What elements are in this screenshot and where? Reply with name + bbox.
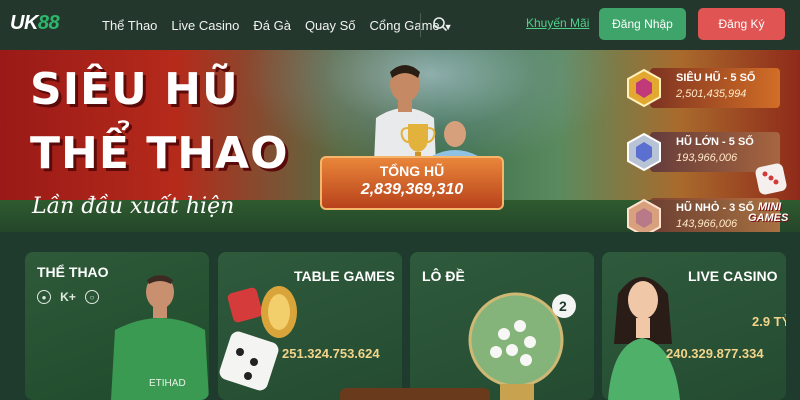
big-jackpot-label: HŨ LỚN - 5 SỐ [676, 136, 754, 148]
small-jackpot-label: HŨ NHỎ - 3 SỐ [676, 202, 755, 214]
card-the-thao-title: THỂ THAO [37, 264, 109, 280]
total-jackpot-label: TỔNG HŨ [379, 163, 445, 179]
total-jackpot-value: 2,839,369,310 [360, 181, 464, 198]
logo-main-text: UK [10, 12, 38, 34]
promotions-link[interactable]: Khuyến Mãi [526, 16, 589, 30]
card-table-games[interactable]: TABLE GAMES 251.324.753.624 [218, 252, 402, 400]
gold-crown-badge-icon [627, 68, 661, 108]
site-logo[interactable]: UK88 [10, 12, 60, 35]
banner-title-line1: SIÊU HŨ [30, 64, 239, 115]
nav-item-the-thao[interactable]: Thể Thao [102, 18, 157, 33]
lottery-machine-image: 2 [468, 292, 576, 400]
card-live-casino-value: 240.329.877.334 [666, 346, 764, 361]
card-live-casino[interactable]: LIVE CASINO 2.9 TỶ 240.329.877.334 [602, 252, 786, 400]
mini-games-line2: GAMES [748, 212, 789, 224]
provider-ring-icon: ○ [85, 290, 99, 304]
super-jackpot-panel: SIÊU HŨ - 5 SỐ 2,501,435,994 [627, 68, 780, 108]
register-button[interactable]: Đăng Ký [698, 8, 785, 40]
casino-dealer-image [608, 277, 680, 400]
super-jackpot-label: SIÊU HŨ - 5 SỐ [676, 72, 756, 84]
main-nav: Thể Thao Live Casino Đá Gà Quay Số Cổng … [102, 0, 453, 50]
banner-title-line2: THỂ THAO [30, 128, 289, 179]
svg-text:2: 2 [559, 298, 567, 314]
hero-banner[interactable]: SIÊU HŨ THỂ THAO Lần đầu xuất hiện TỔNG … [0, 50, 800, 232]
silver-badge-icon [627, 132, 661, 172]
total-jackpot-box: TỔNG HŨ 2,839,369,310 [320, 156, 504, 210]
golden-chip-icon [261, 286, 297, 338]
k-plus-logo-icon: K+ [60, 290, 76, 304]
goalkeeper-image: ETIHAD [111, 275, 209, 400]
nav-item-cong-game-label: Cổng Game [369, 17, 440, 33]
card-table-games-value: 251.324.753.624 [282, 346, 380, 361]
nav-item-quay-so[interactable]: Quay Số [305, 18, 356, 33]
card-the-thao[interactable]: THỂ THAO ● K+ ○ ETIHAD [25, 252, 209, 400]
card-lo-de[interactable]: LÔ ĐỀ 2 [410, 252, 594, 400]
top-header: UK88 Thể Thao Live Casino Đá Gà Quay Số … [0, 0, 800, 50]
provider-logo-icon: ● [37, 290, 51, 304]
small-jackpot-value: 143,966,006 [676, 218, 738, 230]
big-jackpot-value: 193,966,006 [676, 152, 738, 164]
bronze-badge-icon [627, 198, 661, 232]
login-button[interactable]: Đăng Nhập [599, 8, 686, 40]
banner-subtitle: Lần đầu xuất hiện [32, 194, 235, 219]
nav-divider [420, 13, 421, 37]
svg-text:ETIHAD: ETIHAD [149, 378, 186, 389]
provider-icons: ● K+ ○ [37, 290, 99, 304]
super-jackpot-value: 2,501,435,994 [676, 88, 747, 100]
bottom-banner-edge [340, 388, 490, 400]
card-table-games-title: TABLE GAMES [294, 268, 395, 284]
card-lo-de-title: LÔ ĐỀ [422, 268, 465, 284]
logo-accent-text: 88 [37, 12, 60, 34]
nav-item-live-casino[interactable]: Live Casino [171, 18, 239, 33]
card-live-casino-jackpot: 2.9 TỶ [752, 314, 786, 329]
mini-games-button[interactable]: MINI GAMES [748, 202, 788, 224]
nav-item-da-ga[interactable]: Đá Gà [253, 18, 291, 33]
card-live-casino-title: LIVE CASINO [688, 268, 778, 284]
dice-icon [755, 163, 787, 195]
search-icon[interactable] [432, 16, 448, 32]
